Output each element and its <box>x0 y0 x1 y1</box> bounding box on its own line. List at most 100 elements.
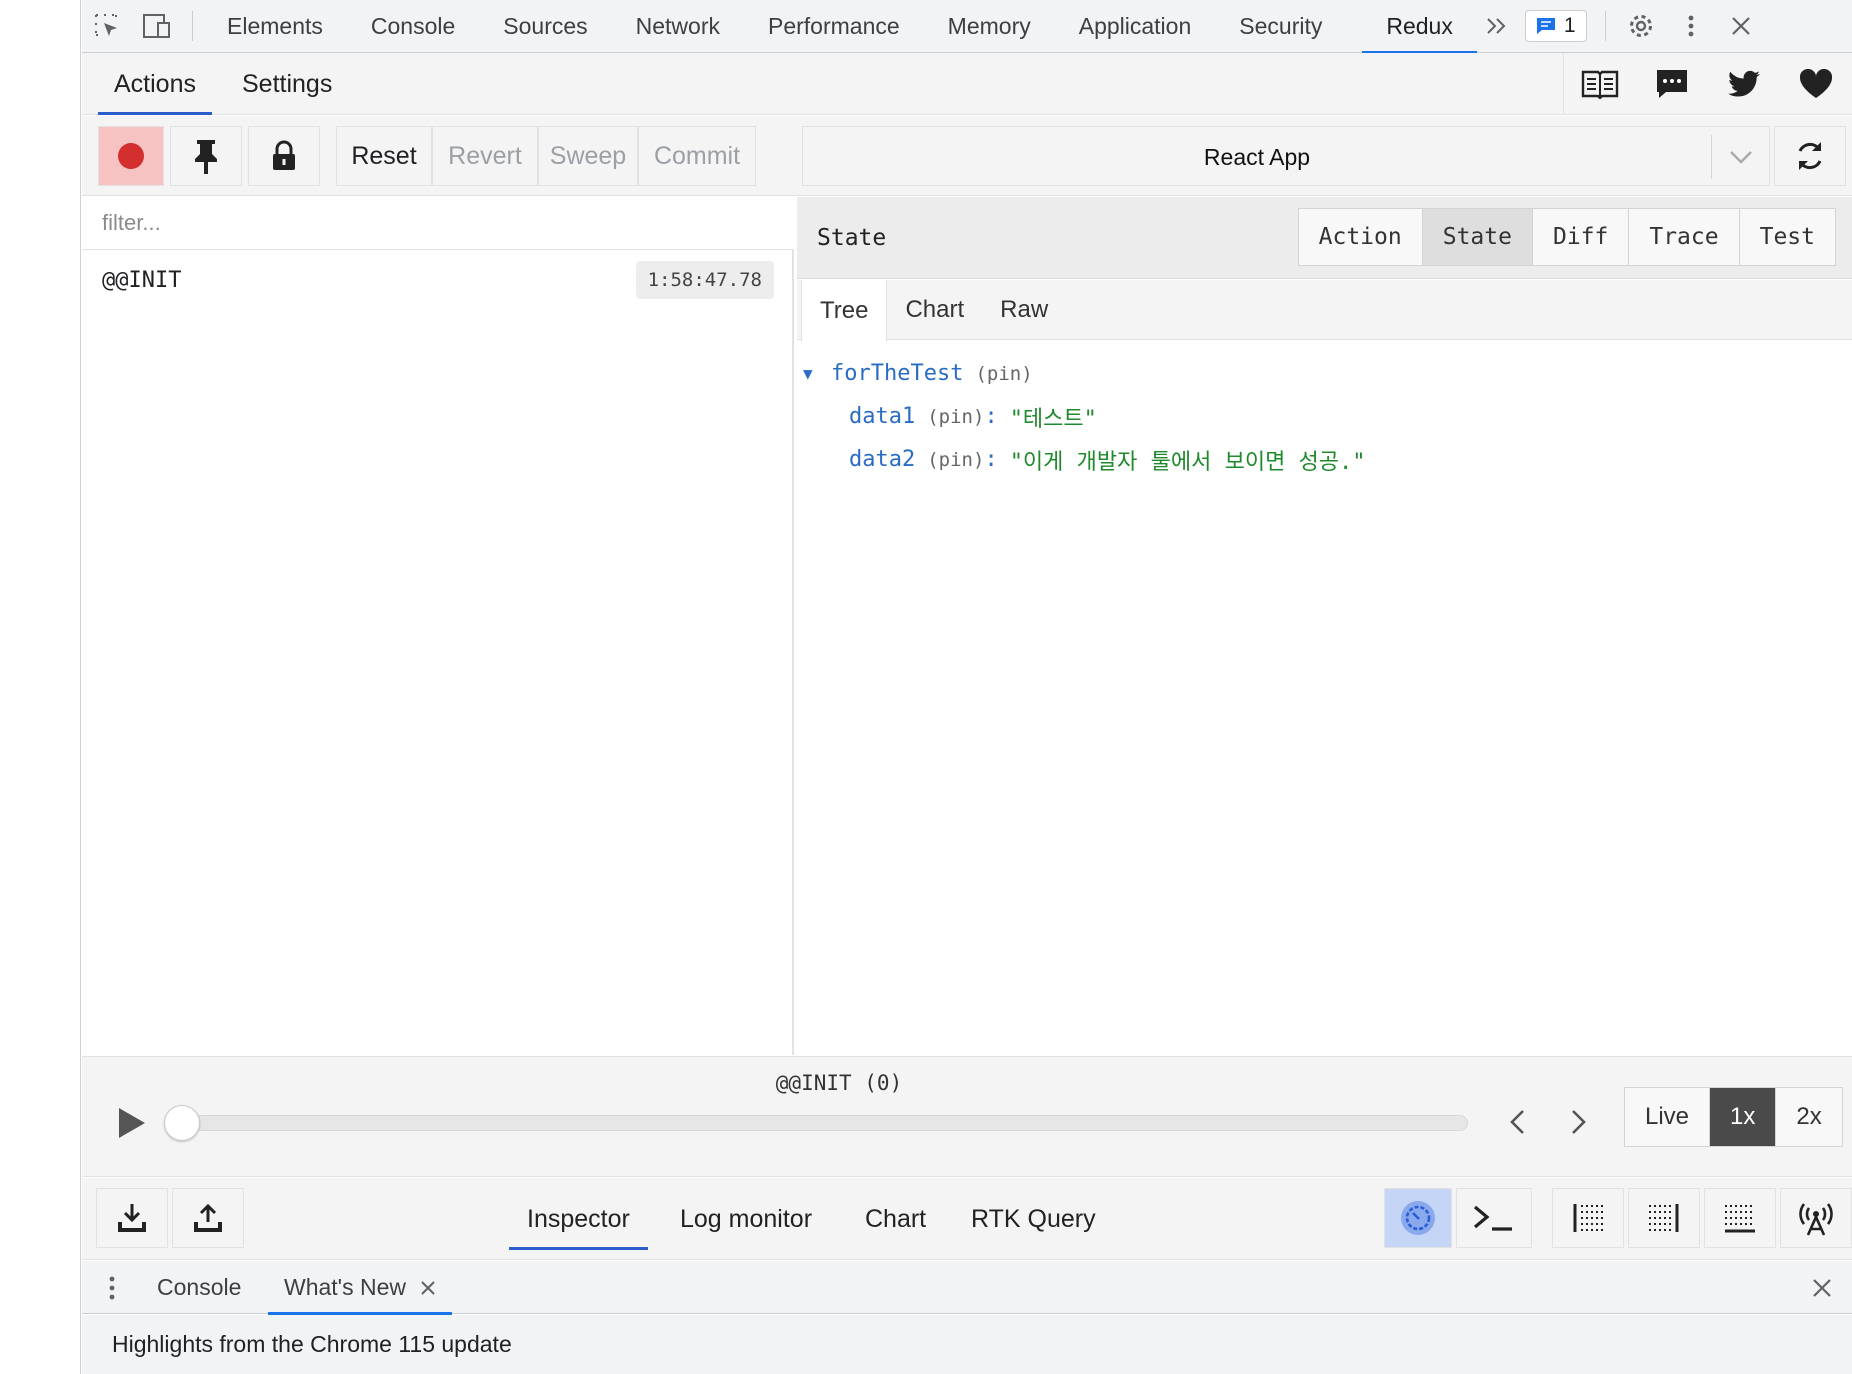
chat-icon[interactable] <box>1636 53 1708 115</box>
speed-1x[interactable]: 1x <box>1710 1088 1777 1146</box>
tab-application[interactable]: Application <box>1055 0 1216 53</box>
action-timestamp: 1:58:47.78 <box>635 261 774 299</box>
close-drawer-icon[interactable] <box>1812 1261 1832 1314</box>
play-button[interactable] <box>108 1099 156 1147</box>
previous-action-button[interactable] <box>1492 1097 1542 1147</box>
tab-chart[interactable]: Chart <box>887 280 982 340</box>
export-button[interactable] <box>172 1188 244 1248</box>
tab-inspector[interactable]: Inspector <box>509 1178 648 1260</box>
toolbar-divider <box>1604 11 1606 41</box>
record-button[interactable] <box>98 126 164 186</box>
tab-test[interactable]: Test <box>1739 209 1835 265</box>
toolbar-divider <box>192 11 193 41</box>
caret-down-icon[interactable]: ▼ <box>803 364 831 383</box>
chevron-down-icon[interactable] <box>1711 135 1769 179</box>
inspector-pane: State Action State Diff Trace Test Tree … <box>797 197 1852 1055</box>
tab-memory[interactable]: Memory <box>924 0 1055 53</box>
speed-live[interactable]: Live <box>1625 1088 1711 1146</box>
tree-colon: : <box>984 447 998 472</box>
tab-rtk-query[interactable]: RTK Query <box>971 1178 1096 1260</box>
tab-settings[interactable]: Settings <box>242 53 332 115</box>
tab-redux[interactable]: Redux <box>1362 0 1478 54</box>
speed-2x[interactable]: 2x <box>1776 1088 1842 1146</box>
lock-button[interactable] <box>248 126 320 186</box>
page-gutter <box>0 0 81 1374</box>
instance-selector[interactable]: React App <box>802 126 1770 186</box>
tree-colon: : <box>984 404 998 429</box>
redux-toolbar: Reset Revert Sweep Commit React App <box>82 116 1852 196</box>
lock-icon <box>273 140 295 170</box>
tab-trace[interactable]: Trace <box>1629 209 1740 265</box>
close-tab-icon[interactable] <box>420 1280 436 1296</box>
slider-toggle-button[interactable] <box>1552 1188 1624 1248</box>
device-toggle-icon[interactable] <box>132 0 182 53</box>
sync-button[interactable] <box>1774 126 1846 186</box>
tab-security[interactable]: Security <box>1215 0 1362 53</box>
tab-actions[interactable]: Actions <box>98 53 212 115</box>
tab-raw[interactable]: Raw <box>982 280 1066 340</box>
instance-name: React App <box>1203 143 1311 170</box>
action-name: @@INIT <box>102 267 182 293</box>
reset-button[interactable]: Reset <box>336 126 432 186</box>
inspector-tab-group: Action State Diff Trace Test <box>1297 208 1836 266</box>
chevron-right-icon <box>1572 1110 1586 1134</box>
pin-link[interactable]: (pin) <box>927 406 984 428</box>
heart-icon[interactable] <box>1780 53 1852 115</box>
tab-action[interactable]: Action <box>1298 209 1423 265</box>
dispatcher-button[interactable] <box>1456 1188 1532 1248</box>
tab-state[interactable]: State <box>1422 209 1533 265</box>
slider-thumb[interactable] <box>164 1105 200 1141</box>
chevron-left-icon <box>1510 1110 1524 1134</box>
tree-node: data2 (pin) : "이게 개발자 툴에서 보이면 성공." <box>803 438 1852 481</box>
upload-icon <box>194 1203 222 1232</box>
tab-chart-monitor[interactable]: Chart <box>865 1178 926 1260</box>
issues-badge[interactable]: 1 <box>1524 10 1587 42</box>
drawer-tab-console[interactable]: Console <box>157 1261 241 1314</box>
remote-button[interactable] <box>1780 1188 1852 1248</box>
dispatcher-timer-button[interactable] <box>1384 1188 1452 1248</box>
pin-icon <box>195 140 217 174</box>
dock-bottom-button[interactable] <box>1704 1188 1776 1248</box>
record-icon <box>118 143 144 169</box>
drawer-menu-icon[interactable] <box>100 1261 124 1314</box>
pin-link[interactable]: (pin) <box>975 363 1032 385</box>
docs-icon[interactable] <box>1564 53 1636 115</box>
redux-header: Actions Settings <box>82 53 1852 115</box>
twitter-icon[interactable] <box>1708 53 1780 115</box>
tab-network[interactable]: Network <box>612 0 744 53</box>
import-button[interactable] <box>96 1188 168 1248</box>
settings-gear-icon[interactable] <box>1616 0 1666 53</box>
tab-tree[interactable]: Tree <box>801 280 888 341</box>
commit-button[interactable]: Commit <box>638 126 756 186</box>
sweep-button[interactable]: Sweep <box>538 126 638 186</box>
tab-elements[interactable]: Elements <box>203 0 347 53</box>
devtools-panel: Elements Console Sources Network Perform… <box>82 0 1852 1374</box>
action-list-item[interactable]: @@INIT 1:58:47.78 <box>82 250 794 310</box>
tree-key: data2 <box>849 447 916 472</box>
slider-track[interactable] <box>172 1115 1468 1131</box>
pin-button[interactable] <box>170 126 242 186</box>
terminal-icon <box>1473 1205 1512 1231</box>
tab-sources[interactable]: Sources <box>479 0 611 53</box>
close-devtools-icon[interactable] <box>1716 0 1766 53</box>
broadcast-icon <box>1799 1203 1833 1236</box>
next-action-button[interactable] <box>1554 1097 1604 1147</box>
kebab-menu-icon[interactable] <box>1666 0 1716 53</box>
inspector-header: State Action State Diff Trace Test <box>797 197 1852 279</box>
more-tabs-chevron-icon[interactable] <box>1477 0 1517 53</box>
tree-value: "테스트" <box>1009 406 1097 432</box>
revert-button[interactable]: Revert <box>432 126 538 186</box>
dock-bottom-icon <box>1725 1205 1755 1233</box>
tree-node-root[interactable]: ▼ forTheTest (pin) <box>803 352 1852 395</box>
filter-input[interactable] <box>82 197 794 250</box>
inspect-element-icon[interactable] <box>82 0 132 53</box>
dock-right-button[interactable] <box>1628 1188 1700 1248</box>
dock-right-icon <box>1649 1204 1679 1232</box>
drawer-tab-whats-new[interactable]: What's New <box>268 1261 452 1315</box>
tab-performance[interactable]: Performance <box>744 0 924 53</box>
timer-icon <box>1401 1201 1435 1235</box>
tab-console[interactable]: Console <box>347 0 479 53</box>
tab-diff[interactable]: Diff <box>1532 209 1630 265</box>
tab-log-monitor[interactable]: Log monitor <box>680 1178 812 1260</box>
pin-link[interactable]: (pin) <box>927 449 984 471</box>
